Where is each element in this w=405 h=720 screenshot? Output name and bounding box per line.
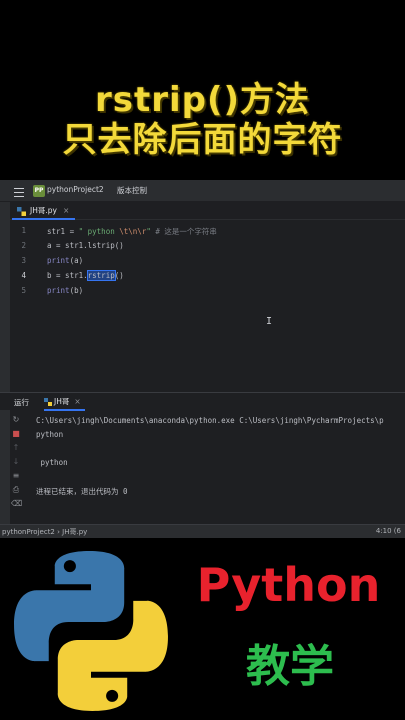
line-number: 2 — [21, 241, 26, 250]
code-line-3: print(a) — [47, 256, 84, 265]
status-breadcrumb[interactable]: pythonProject2 › JH哥.py — [2, 527, 87, 537]
tab-file-label: JH哥.py — [30, 206, 57, 215]
code-line-5: print(b) — [47, 286, 84, 295]
title-line-2: 只去除后面的字符 — [62, 120, 343, 160]
brand-word: Python — [196, 558, 381, 612]
console-line: python — [36, 430, 64, 439]
code-editor[interactable]: str1 = " python \t\n\r" # 这是一个字符串 a = st… — [47, 222, 397, 392]
scroll-down-icon[interactable]: ↓ — [11, 457, 21, 467]
close-icon[interactable]: × — [74, 397, 80, 406]
code-line-1: str1 = " python \t\n\r" # 这是一个字符串 — [47, 227, 217, 236]
python-logo-icon — [14, 551, 168, 711]
print-icon[interactable]: ⎙ — [11, 485, 21, 495]
run-toolbar: ↻ ■ ↑ ↓ ≡ ⎙ ⌫ — [0, 410, 26, 522]
project-name[interactable]: pythonProject2 — [47, 185, 104, 194]
line-number: 4 — [21, 271, 26, 280]
vcs-menu[interactable]: 版本控制 — [117, 185, 147, 196]
project-badge[interactable]: PP — [33, 185, 45, 197]
console-output: C:\Users\jingh\Documents\anaconda\python… — [30, 412, 405, 522]
ide-window: PP pythonProject2 版本控制 JH哥.py × 1 2 3 4 5… — [0, 180, 405, 538]
brand-block: Python 教学 — [0, 538, 405, 720]
editor-tabbar: JH哥.py × — [10, 202, 405, 220]
wrap-icon[interactable]: ≡ — [11, 471, 21, 481]
line-number-gutter: 1 2 3 4 5 — [10, 222, 40, 392]
delete-icon[interactable]: ⌫ — [11, 499, 22, 509]
status-bar: pythonProject2 › JH哥.py 4:10 (6 — [0, 524, 405, 538]
brand-subtitle: 教学 — [246, 641, 334, 692]
run-tab-label: JH哥 — [54, 397, 70, 406]
code-line-4: b = str1.rstrip() — [47, 270, 124, 281]
tab-file[interactable]: JH哥.py × — [12, 202, 76, 220]
close-icon[interactable]: × — [63, 206, 69, 215]
code-line-2: a = str1.lstrip() — [47, 241, 124, 250]
stop-icon[interactable]: ■ — [11, 429, 21, 439]
ide-topbar: PP pythonProject2 版本控制 — [0, 180, 405, 202]
tab-run-config[interactable]: JH哥 × — [44, 393, 85, 411]
console-line: 进程已结束，退出代码为 0 — [36, 487, 128, 496]
console-line: python — [36, 458, 68, 467]
rerun-icon[interactable]: ↻ — [11, 415, 21, 425]
run-panel-header: 运行 JH哥 × — [0, 392, 405, 411]
hamburger-menu-icon[interactable] — [14, 185, 24, 197]
selected-text: rstrip — [86, 270, 116, 281]
line-number: 3 — [21, 256, 26, 265]
scroll-up-icon[interactable]: ↑ — [11, 443, 21, 453]
line-number: 5 — [21, 286, 26, 295]
cursor-position[interactable]: 4:10 (6 — [376, 527, 401, 535]
text-cursor-icon: I — [266, 316, 273, 327]
console-line: C:\Users\jingh\Documents\anaconda\python… — [36, 416, 384, 425]
run-panel-label: 运行 — [14, 398, 29, 407]
line-number: 1 — [21, 226, 26, 235]
python-file-icon — [17, 207, 26, 216]
title-banner: rstrip()方法 只去除后面的字符 — [0, 0, 405, 180]
python-file-icon — [44, 398, 52, 406]
